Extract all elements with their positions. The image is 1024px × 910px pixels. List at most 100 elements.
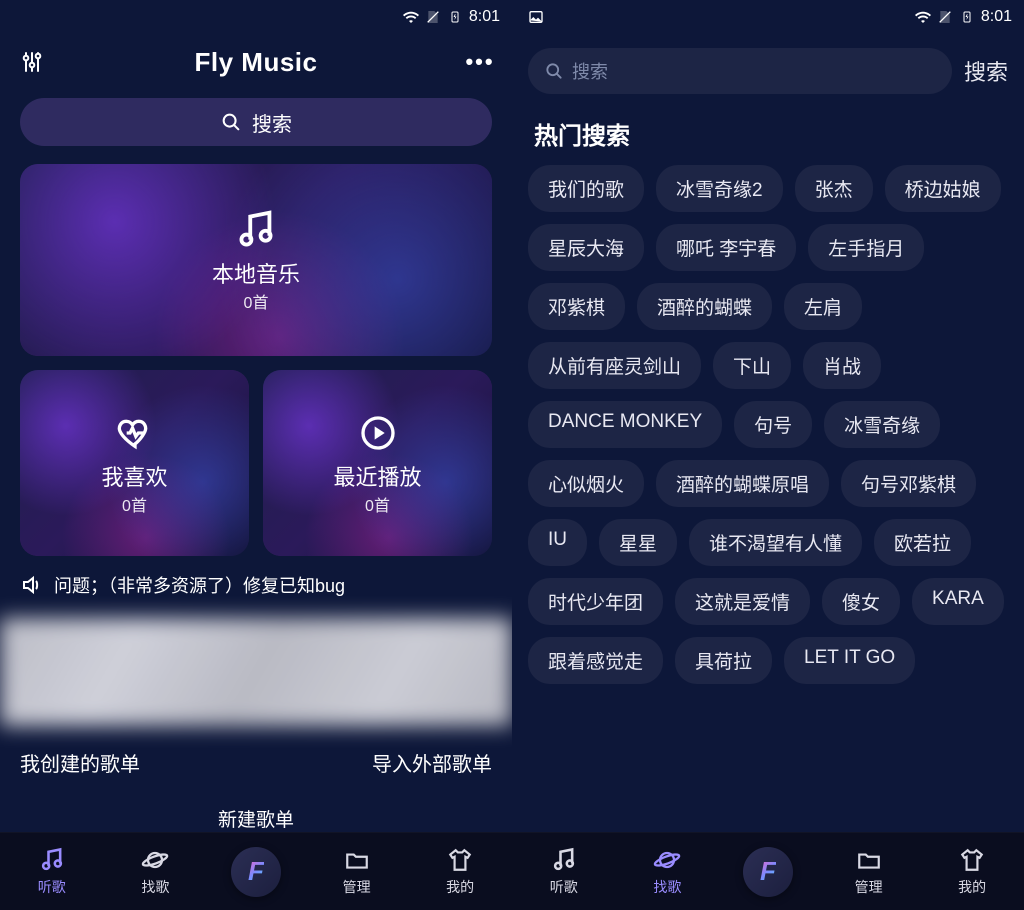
hot-tag[interactable]: 这就是爱情 bbox=[675, 578, 810, 625]
nav-listen[interactable]: 听歌 bbox=[24, 846, 80, 897]
wifi-icon bbox=[915, 9, 931, 25]
nav-manage[interactable]: 管理 bbox=[841, 846, 897, 897]
home-main: 本地音乐 0首 我喜欢 0首 最近播放 0首 问题 bbox=[0, 154, 512, 832]
hot-tag[interactable]: 句号邓紫棋 bbox=[841, 460, 976, 507]
app-title: Fly Music bbox=[52, 47, 460, 78]
nav-label: 我的 bbox=[958, 877, 986, 897]
card-recent[interactable]: 最近播放 0首 bbox=[263, 370, 492, 556]
nav-label: 管理 bbox=[343, 877, 371, 897]
hot-tag[interactable]: 左肩 bbox=[784, 283, 862, 330]
screen-home: 8:01 Fly Music ••• 搜索 本地音乐 0首 bbox=[0, 0, 512, 910]
hot-tag[interactable]: 肖战 bbox=[803, 342, 881, 389]
search-input[interactable]: 搜索 bbox=[528, 48, 952, 94]
card-local-music[interactable]: 本地音乐 0首 bbox=[20, 164, 492, 356]
nav-mine[interactable]: 我的 bbox=[944, 846, 1000, 897]
hot-tag[interactable]: 具荷拉 bbox=[675, 637, 772, 684]
hot-tag[interactable]: 桥边姑娘 bbox=[885, 165, 1001, 212]
folder-icon bbox=[855, 846, 883, 874]
battery-charging-icon bbox=[447, 9, 463, 25]
planet-icon bbox=[653, 846, 681, 874]
nav-label: 找歌 bbox=[141, 877, 169, 897]
app-logo-icon: F bbox=[760, 856, 776, 887]
hot-tag[interactable]: DANCE MONKEY bbox=[528, 401, 722, 448]
playlist-header: 我创建的歌单 导入外部歌单 bbox=[20, 748, 492, 777]
search-placeholder: 搜索 bbox=[572, 58, 608, 84]
card-recent-sub: 0首 bbox=[365, 492, 390, 516]
ad-banner[interactable] bbox=[0, 618, 512, 726]
hot-tag[interactable]: 星星 bbox=[599, 519, 677, 566]
nav-label: 找歌 bbox=[653, 877, 681, 897]
nav-manage[interactable]: 管理 bbox=[329, 846, 385, 897]
import-playlist-label[interactable]: 导入外部歌单 bbox=[372, 748, 492, 777]
headphones-icon bbox=[38, 846, 66, 874]
nav-find[interactable]: 找歌 bbox=[127, 846, 183, 897]
status-bar: 8:01 bbox=[0, 0, 512, 34]
hot-tag[interactable]: 时代少年团 bbox=[528, 578, 663, 625]
hot-search-title: 热门搜索 bbox=[512, 104, 1024, 161]
nav-listen[interactable]: 听歌 bbox=[536, 846, 592, 897]
nav-label: 我的 bbox=[446, 877, 474, 897]
hot-tag[interactable]: 跟着感觉走 bbox=[528, 637, 663, 684]
hot-tag[interactable]: LET IT GO bbox=[784, 637, 915, 684]
hot-tag[interactable]: 欧若拉 bbox=[874, 519, 971, 566]
speaker-icon bbox=[20, 573, 44, 597]
nav-player[interactable]: F bbox=[743, 847, 793, 897]
card-local-sub: 0首 bbox=[244, 289, 269, 313]
heart-pulse-icon bbox=[112, 410, 158, 456]
search-button[interactable]: 搜索 bbox=[964, 55, 1008, 87]
bottom-nav: 听歌 找歌 F 管理 我的 bbox=[0, 832, 512, 910]
new-playlist-button[interactable]: 新建歌单 bbox=[20, 805, 492, 832]
hot-tag[interactable]: 邓紫棋 bbox=[528, 283, 625, 330]
screen-search: 8:01 搜索 搜索 热门搜索 我们的歌冰雪奇缘2 张杰桥边姑娘星辰大海哪吒 李宇… bbox=[512, 0, 1024, 910]
hot-tag[interactable]: 我们的歌 bbox=[528, 165, 644, 212]
equalizer-icon[interactable] bbox=[20, 50, 44, 74]
picture-icon bbox=[528, 9, 544, 25]
hot-tags: 我们的歌冰雪奇缘2 张杰桥边姑娘星辰大海哪吒 李宇春左手指月邓紫棋酒醉的蝴蝶左肩从… bbox=[512, 161, 1024, 688]
status-bar: 8:01 bbox=[512, 0, 1024, 34]
bottom-nav: 听歌 找歌 F 管理 我的 bbox=[512, 832, 1024, 910]
hot-tag[interactable]: 星辰大海 bbox=[528, 224, 644, 271]
card-fav-title: 我喜欢 bbox=[101, 460, 167, 492]
hot-tag[interactable]: IU bbox=[528, 519, 587, 566]
hot-tag[interactable]: 冰雪奇缘2 bbox=[656, 165, 783, 212]
play-circle-icon bbox=[355, 410, 401, 456]
hot-tag[interactable]: 下山 bbox=[713, 342, 791, 389]
sim-off-icon bbox=[937, 9, 953, 25]
search-topbar: 搜索 搜索 bbox=[512, 34, 1024, 104]
nav-label: 听歌 bbox=[38, 877, 66, 897]
card-fav-sub: 0首 bbox=[122, 492, 147, 516]
search-icon bbox=[220, 111, 242, 133]
search-icon bbox=[544, 61, 564, 81]
nav-mine[interactable]: 我的 bbox=[432, 846, 488, 897]
wifi-icon bbox=[403, 9, 419, 25]
hot-tag[interactable]: 心似烟火 bbox=[528, 460, 644, 507]
card-favorites[interactable]: 我喜欢 0首 bbox=[20, 370, 249, 556]
more-icon[interactable]: ••• bbox=[468, 49, 492, 75]
folder-icon bbox=[343, 846, 371, 874]
card-local-title: 本地音乐 bbox=[212, 257, 300, 289]
hot-tag[interactable]: 酒醉的蝴蝶原唱 bbox=[656, 460, 829, 507]
hot-tag[interactable]: 冰雪奇缘 bbox=[824, 401, 940, 448]
hot-tag[interactable]: 哪吒 李宇春 bbox=[656, 224, 796, 271]
nav-player[interactable]: F bbox=[231, 847, 281, 897]
hot-tag[interactable]: 句号 bbox=[734, 401, 812, 448]
my-playlists-label[interactable]: 我创建的歌单 bbox=[20, 748, 140, 777]
hot-tag[interactable]: 左手指月 bbox=[808, 224, 924, 271]
hot-tag[interactable]: KARA bbox=[912, 578, 1004, 625]
headphones-icon bbox=[550, 846, 578, 874]
notice-bar[interactable]: 问题；（非常多资源了）修复已知bug bbox=[20, 570, 492, 600]
sim-off-icon bbox=[425, 9, 441, 25]
hot-tag[interactable]: 张杰 bbox=[795, 165, 873, 212]
nav-find[interactable]: 找歌 bbox=[639, 846, 695, 897]
search-bar[interactable]: 搜索 bbox=[20, 98, 492, 146]
music-note-icon bbox=[233, 207, 279, 253]
nav-label: 听歌 bbox=[550, 877, 578, 897]
nav-label: 管理 bbox=[855, 877, 883, 897]
hot-tag[interactable]: 谁不渴望有人懂 bbox=[689, 519, 862, 566]
app-header: Fly Music ••• bbox=[0, 34, 512, 90]
hot-tag[interactable]: 傻女 bbox=[822, 578, 900, 625]
status-time: 8:01 bbox=[981, 8, 1012, 26]
hot-tag[interactable]: 酒醉的蝴蝶 bbox=[637, 283, 772, 330]
status-time: 8:01 bbox=[469, 8, 500, 26]
hot-tag[interactable]: 从前有座灵剑山 bbox=[528, 342, 701, 389]
